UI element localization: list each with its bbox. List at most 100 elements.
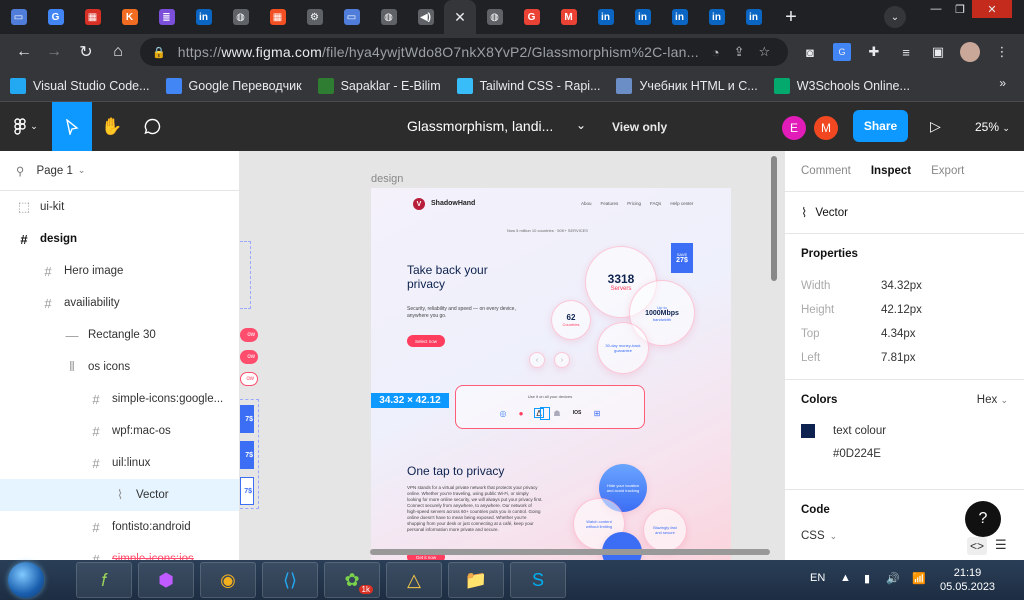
color-format-dropdown[interactable]: Hex ⌄ [977, 394, 1008, 406]
browser-tab[interactable]: ✕ [444, 0, 476, 34]
media-control-icon[interactable]: ≡ [897, 43, 915, 61]
browser-tab[interactable]: ≣ [148, 0, 185, 34]
camera-extension-icon[interactable]: ◙ [801, 43, 819, 61]
tab-search-dropdown[interactable]: ⌄ [884, 6, 906, 28]
back-icon[interactable]: ← [8, 36, 40, 68]
layer-item[interactable]: # availiability [0, 287, 239, 319]
present-play-icon[interactable]: ▷ [930, 118, 941, 135]
color-hex-value[interactable]: #0D224E [801, 442, 1008, 466]
chrome-menu-icon[interactable]: ⋮ [993, 43, 1011, 61]
zoom-dropdown[interactable]: 25% ⌄ [975, 120, 1010, 134]
formula-app-icon[interactable]: 𝑓 [76, 562, 132, 598]
list-view-icon[interactable]: ☰ [995, 537, 1007, 553]
browser-tab[interactable]: G [513, 0, 550, 34]
battery-icon[interactable]: ▮ [864, 572, 870, 585]
layer-item[interactable]: # design [0, 223, 239, 255]
browser-tab[interactable]: in [698, 0, 735, 34]
google-drive-icon[interactable]: △ [386, 562, 442, 598]
layer-item[interactable]: — Rectangle 30 [0, 319, 239, 351]
volume-icon[interactable]: 🔊 [886, 572, 900, 585]
bookmark-item[interactable]: W3Schools Online... [773, 77, 910, 94]
chevron-down-icon[interactable]: ⌄ [576, 118, 586, 132]
layer-item[interactable]: # fontisto:android [0, 511, 239, 543]
file-explorer-icon[interactable]: 📁 [448, 562, 504, 598]
forward-icon[interactable]: → [38, 36, 70, 68]
page-selector[interactable]: ⚲ Page 1 ⌄ [0, 151, 239, 191]
property-value[interactable]: 34.32px [881, 280, 922, 292]
browser-tab[interactable]: ◍ [222, 0, 259, 34]
side-panel-icon[interactable]: ▣ [929, 43, 947, 61]
layer-item[interactable]: # uil:linux [0, 447, 239, 479]
tab-comment[interactable]: Comment [801, 165, 851, 177]
page-name[interactable]: Page 1 [36, 165, 72, 177]
comment-tool[interactable] [132, 102, 172, 151]
browser-tab[interactable]: ▦ [259, 0, 296, 34]
layer-item[interactable]: # Hero image [0, 255, 239, 287]
performance-icon[interactable]: ◔ [712, 45, 720, 60]
figma-main-menu[interactable]: ⌄ [0, 102, 52, 151]
new-tab-icon[interactable]: + [776, 0, 806, 34]
layer-item[interactable]: # simple-icons:ios [0, 543, 239, 561]
close-icon[interactable]: ✕ [454, 9, 466, 26]
color-row[interactable]: text colour [801, 420, 1008, 442]
color-swatch[interactable] [801, 424, 815, 438]
share-page-icon[interactable]: ⇪ [734, 44, 745, 60]
tray-expand-icon[interactable]: ▲ [840, 572, 851, 584]
icq-icon[interactable]: ✿ 1k [324, 562, 380, 598]
vscode-icon[interactable]: ⟨⟩ [262, 562, 318, 598]
code-view-icon[interactable]: <> [967, 537, 988, 555]
lock-icon[interactable]: 🔒 [152, 46, 166, 59]
browser-tab[interactable]: in [185, 0, 222, 34]
bookmarks-overflow-icon[interactable]: » [999, 76, 1006, 90]
canvas[interactable]: ow ow ow 7$ 7$ 7$ design V ShadowHand Ab… [240, 151, 784, 560]
collaborator-avatar-m[interactable]: M [814, 116, 838, 140]
url-text[interactable]: https://www.figma.com/file/hya4ywjtWdo8O… [178, 44, 698, 60]
browser-tab[interactable]: in [661, 0, 698, 34]
layer-item[interactable]: ⌇ Vector [0, 479, 239, 511]
browser-tab[interactable]: ◍ [476, 0, 513, 34]
network-icon[interactable]: 📶 [912, 572, 926, 585]
extensions-puzzle-icon[interactable]: ✚ [865, 43, 883, 61]
bookmark-item[interactable]: Google Переводчик [165, 77, 302, 94]
frame-label[interactable]: design [371, 173, 403, 185]
minimize-icon[interactable]: — [924, 0, 948, 18]
browser-tab[interactable]: G [37, 0, 74, 34]
property-value[interactable]: 4.34px [881, 328, 916, 340]
start-button[interactable] [8, 562, 44, 598]
browser-tab[interactable]: in [735, 0, 772, 34]
omnibox[interactable]: 🔒 https://www.figma.com/file/hya4ywjtWdo… [140, 38, 788, 66]
bookmark-star-icon[interactable]: ☆ [758, 44, 770, 60]
collaborator-avatar-e[interactable]: E [782, 116, 806, 140]
browser-tab[interactable]: in [624, 0, 661, 34]
property-value[interactable]: 42.12px [881, 304, 922, 316]
reload-icon[interactable]: ↻ [70, 36, 102, 68]
file-title[interactable]: Glassmorphism, landi... [407, 118, 553, 134]
vertical-scrollbar[interactable] [771, 156, 777, 281]
property-value[interactable]: 7.81px [881, 352, 916, 364]
tab-export[interactable]: Export [931, 165, 964, 177]
tab-inspect[interactable]: Inspect [871, 165, 911, 177]
home-icon[interactable]: ⌂ [102, 36, 134, 68]
layer-item[interactable]: # simple-icons:google... [0, 383, 239, 415]
help-button[interactable]: ? [965, 501, 1001, 537]
browser-tab[interactable]: ▭ [333, 0, 370, 34]
affinity-icon[interactable]: ⬢ [138, 562, 194, 598]
system-clock[interactable]: 21:19 05.05.2023 [940, 566, 995, 594]
browser-tab[interactable]: in [587, 0, 624, 34]
browser-tab[interactable]: ◀) [407, 0, 444, 34]
profile-avatar[interactable] [960, 42, 980, 62]
chrome-icon[interactable]: ◉ [200, 562, 256, 598]
horizontal-scrollbar[interactable] [370, 549, 770, 555]
bookmark-item[interactable]: Учебник HTML и С... [616, 77, 758, 94]
browser-tab[interactable]: ▦ [74, 0, 111, 34]
search-icon[interactable]: ⚲ [16, 164, 24, 178]
bookmark-item[interactable]: Visual Studio Code... [10, 77, 150, 94]
bookmark-item[interactable]: Tailwind CSS - Rapi... [456, 77, 600, 94]
window-close-icon[interactable]: ✕ [972, 0, 1012, 18]
move-tool[interactable] [52, 102, 92, 151]
bookmark-item[interactable]: Sapaklar - E-Bilim [317, 77, 441, 94]
layer-item[interactable]: # wpf:mac-os [0, 415, 239, 447]
browser-tab[interactable]: ⚙ [296, 0, 333, 34]
layer-item[interactable]: ⫴ os icons [0, 351, 239, 383]
input-language[interactable]: EN [810, 572, 825, 584]
